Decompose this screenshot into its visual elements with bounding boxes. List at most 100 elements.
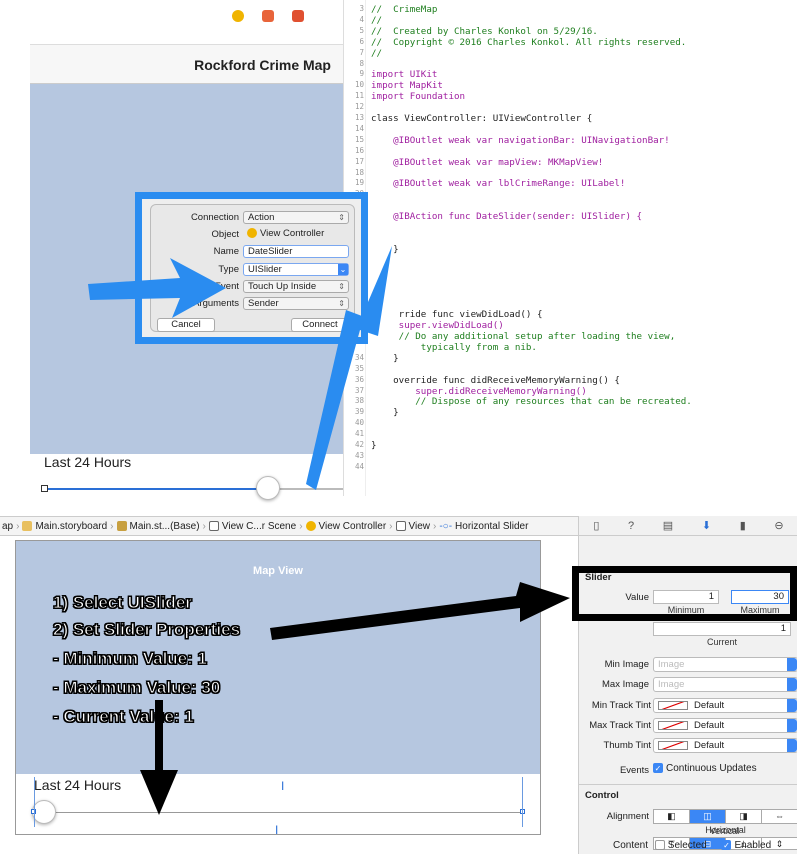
storyboard-icon: [22, 521, 33, 531]
code-text: super.viewDidLoad(): [371, 320, 504, 332]
code-text: typically from a nib.: [371, 341, 537, 353]
crumb-view[interactable]: View: [409, 521, 431, 532]
cancel-button[interactable]: Cancel: [157, 318, 215, 332]
resize-handle-icon[interactable]: [41, 485, 48, 492]
identity-icon[interactable]: ▤: [663, 519, 673, 532]
align-center-icon[interactable]: ◫: [690, 810, 726, 823]
max-image-placeholder: Image: [658, 679, 685, 690]
connection-popup[interactable]: Connection Action ⇕ Object View Controlle…: [150, 204, 355, 332]
slider-min-track: [44, 488, 266, 490]
max-track-tint-value: Default: [694, 720, 725, 731]
enabled-checkbox[interactable]: ✓ Enabled: [721, 840, 771, 851]
code-text: // Do any additional setup after loading…: [371, 331, 676, 342]
navigation-bar[interactable]: Rockford Crime Map: [30, 44, 343, 84]
dropdown-icon: [787, 678, 797, 691]
code-text: //: [371, 47, 383, 59]
code-text: super.didReceiveMemoryWarning(): [371, 385, 587, 397]
crumb-storyboard[interactable]: Main.storyboard: [35, 521, 107, 532]
min-track-tint-label: Min Track Tint: [591, 700, 651, 711]
connect-button[interactable]: Connect: [291, 318, 349, 332]
event-row: Event Touch Up Inside ⇕: [151, 280, 356, 295]
enabled-label: Enabled: [734, 840, 772, 851]
selected-checkbox[interactable]: Selected: [654, 840, 707, 851]
type-select[interactable]: UISlider ⌄: [243, 263, 349, 276]
arguments-select[interactable]: Sender ⇕: [243, 297, 349, 310]
crime-range-label[interactable]: Last 24 Hours: [34, 777, 121, 793]
dropdown-icon: [787, 699, 797, 712]
line-number: 42: [354, 440, 364, 449]
code-text: // Copyright © 2016 Charles Konkol. All …: [371, 36, 687, 48]
crumb-project[interactable]: ap: [2, 521, 13, 532]
checkbox-icon: [654, 840, 665, 851]
align-left-icon[interactable]: ◧: [654, 810, 690, 823]
line-number: 37: [354, 385, 364, 395]
connection-value: Action: [248, 212, 275, 223]
max-track-tint-select[interactable]: Default: [653, 718, 797, 733]
align-fill-icon[interactable]: ⇔: [762, 810, 797, 823]
object-value: View Controller: [243, 228, 349, 241]
type-row: Type UISlider ⌄: [151, 263, 356, 278]
object-row: Object View Controller: [151, 228, 356, 243]
code-text: }: [371, 352, 399, 364]
slider-thumb[interactable]: [256, 476, 280, 500]
min-image-placeholder: Image: [658, 659, 685, 670]
line-number: 3: [359, 4, 364, 13]
constraint-line: [522, 777, 523, 827]
line-number: 11: [354, 91, 364, 101]
line-number: 13: [354, 113, 364, 122]
min-track-tint-select[interactable]: Default: [653, 698, 797, 713]
crumb-base[interactable]: Main.st...(Base): [130, 521, 200, 532]
code-editor[interactable]: 3 // CrimeMap 4 // 5 // Created by Charles Ko…: [343, 0, 797, 496]
exit-icon[interactable]: [292, 10, 304, 22]
slider-max-track: [278, 488, 343, 490]
size-icon[interactable]: ▮: [740, 519, 746, 532]
line-number: 14: [354, 123, 364, 133]
scene-icon: [208, 521, 219, 531]
content-row: Content Selected ✓ Enabled: [578, 840, 797, 851]
dropdown-icon: [787, 719, 797, 732]
connection-row: Connection Action ⇕: [151, 211, 356, 226]
thumb-tint-select[interactable]: Default: [653, 738, 797, 753]
file-icon[interactable]: ▯: [593, 519, 599, 532]
current-caption: Current: [706, 637, 737, 647]
thumb-tint-label: Thumb Tint: [603, 740, 651, 751]
crumb-view-controller[interactable]: View Controller: [319, 521, 387, 532]
current-value-field[interactable]: 1: [653, 622, 791, 636]
crumb-scene[interactable]: View C...r Scene: [222, 521, 296, 532]
first-responder-icon[interactable]: [262, 10, 274, 22]
line-number: 43: [354, 450, 364, 460]
event-select[interactable]: Touch Up Inside ⇕: [243, 280, 349, 293]
horizontal-alignment-control[interactable]: ◧ ◫ ◨ ⇔: [653, 809, 797, 824]
line-number: 19: [354, 178, 364, 188]
line-number: 34: [354, 352, 364, 362]
bottom-storyboard-canvas[interactable]: Map View 1) Select UISlider 2) Set Slide…: [15, 540, 541, 837]
line-number: 16: [354, 145, 364, 155]
help-icon[interactable]: ?: [628, 520, 634, 532]
constraint-i-beam-icon: I: [281, 779, 285, 793]
stepper-caret-icon: ⇕: [338, 282, 345, 291]
line-number: 12: [354, 102, 364, 112]
arguments-value: Sender: [248, 298, 279, 309]
max-image-select[interactable]: Image: [653, 677, 797, 692]
continuous-updates-checkbox[interactable]: ✓ Continuous Updates: [653, 763, 757, 774]
connections-icon[interactable]: ⊖: [774, 519, 783, 532]
connection-select[interactable]: Action ⇕: [243, 211, 349, 224]
chevron-right-icon: ›: [202, 520, 206, 532]
attributes-icon[interactable]: ⬇: [702, 519, 711, 532]
code-text: @IBOutlet weak var navigationBar: UINavi…: [371, 134, 670, 146]
code-text: import UIKit: [371, 69, 438, 81]
min-image-select[interactable]: Image: [653, 657, 797, 672]
slider-track: [34, 812, 524, 813]
color-swatch: [658, 741, 688, 750]
align-right-icon[interactable]: ◨: [726, 810, 762, 823]
crumb-slider[interactable]: Horizontal Slider: [455, 521, 528, 532]
chevron-right-icon: ›: [389, 520, 393, 532]
crime-range-label[interactable]: Last 24 Hours: [44, 454, 131, 470]
chevron-right-icon: ›: [299, 520, 303, 532]
line-number: 10: [354, 80, 364, 90]
view-controller-icon[interactable]: [232, 10, 244, 22]
dropdown-icon: [787, 658, 797, 671]
name-field[interactable]: DateSlider: [243, 245, 349, 258]
selected-label: Selected: [667, 840, 707, 851]
line-number: 39: [354, 407, 364, 417]
